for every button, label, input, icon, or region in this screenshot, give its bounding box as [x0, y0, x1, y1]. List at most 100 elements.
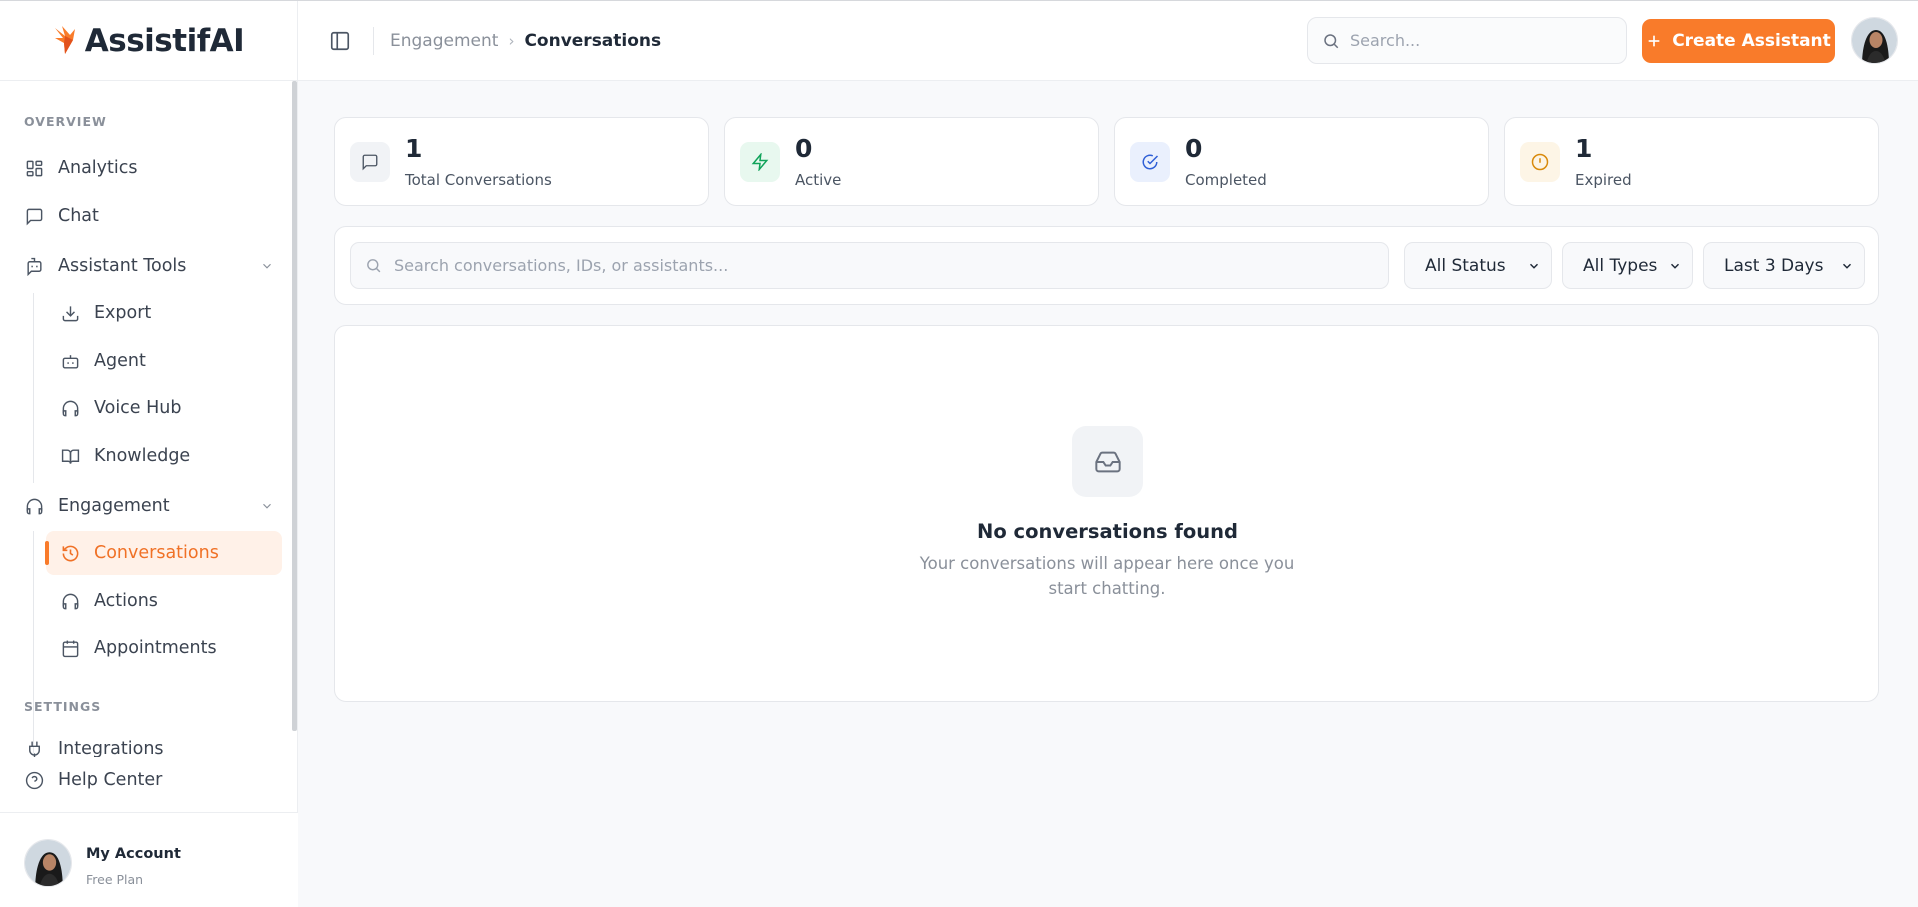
stat-value: 0	[795, 134, 813, 163]
stat-label: Active	[795, 171, 842, 189]
sidebar-nav: OVERVIEW Analytics Chat Assistant Tools	[0, 81, 298, 811]
section-label-overview: OVERVIEW	[24, 114, 107, 129]
chevron-down-icon	[1842, 263, 1852, 269]
sidebar-item-analytics[interactable]: Analytics	[24, 148, 274, 188]
breadcrumb-parent[interactable]: Engagement	[390, 31, 498, 51]
type-filter-value: All Types	[1583, 255, 1658, 276]
status-filter-value: All Status	[1425, 255, 1506, 276]
empty-state-title: No conversations found	[977, 520, 1238, 543]
panel-left-icon	[330, 31, 350, 51]
sidebar-scrollbar[interactable]	[292, 81, 297, 731]
top-header: AssistifAI Engagement › Conversations Cr…	[0, 1, 1918, 81]
empty-state-description: Your conversations will appear here once…	[919, 554, 1295, 598]
sidebar-item-conversations[interactable]: Conversations	[45, 531, 282, 575]
conversations-panel: No conversations found Your conversation…	[334, 325, 1879, 702]
zap-icon	[740, 142, 780, 182]
stat-value: 1	[1575, 134, 1593, 163]
bot-icon	[60, 351, 80, 371]
type-filter-select[interactable]: All Types	[1562, 242, 1693, 289]
sidebar-toggle-button[interactable]	[326, 27, 354, 55]
user-avatar[interactable]	[1851, 17, 1898, 64]
sidebar-item-voice-hub[interactable]: Voice Hub	[60, 388, 280, 428]
chevron-down-icon	[263, 263, 271, 269]
account-name: My Account	[86, 846, 181, 862]
plus-icon	[1648, 35, 1660, 47]
sidebar-item-knowledge[interactable]: Knowledge	[60, 436, 280, 476]
conversation-search-input[interactable]	[394, 256, 1374, 275]
stat-card-expired: 1 Expired	[1504, 117, 1879, 206]
stat-label: Expired	[1575, 171, 1632, 189]
bird-logo-icon	[54, 26, 75, 54]
sidebar-item-integrations[interactable]: Integrations	[24, 739, 274, 757]
download-icon	[60, 303, 80, 323]
sidebar-group-engagement[interactable]: Engagement	[24, 486, 274, 526]
message-square-icon	[350, 142, 390, 182]
stat-value: 0	[1185, 134, 1203, 163]
header-divider	[373, 27, 374, 55]
logo-area: AssistifAI	[0, 1, 298, 81]
sidebar-item-label: Voice Hub	[94, 398, 182, 418]
sidebar: OVERVIEW Analytics Chat Assistant Tools	[0, 81, 298, 907]
headphones-icon	[60, 398, 80, 418]
sidebar-item-agent[interactable]: Agent	[60, 341, 280, 381]
sidebar-item-label: Actions	[94, 591, 158, 611]
sidebar-item-label: Appointments	[94, 638, 217, 658]
chevron-down-icon	[263, 503, 271, 509]
subnav-guide-line	[33, 531, 34, 753]
help-circle-icon	[24, 770, 44, 790]
message-icon	[24, 206, 44, 226]
headphones-icon	[60, 591, 80, 611]
sidebar-item-actions[interactable]: Actions	[60, 581, 280, 621]
stat-label: Completed	[1185, 171, 1267, 189]
chevron-down-icon	[1529, 263, 1539, 269]
breadcrumb-current: Conversations	[524, 31, 662, 51]
account-avatar	[24, 839, 72, 887]
sidebar-item-label: Agent	[94, 351, 146, 371]
check-circle-icon	[1130, 142, 1170, 182]
search-icon	[367, 259, 381, 273]
headphones-icon	[24, 496, 44, 516]
breadcrumb-separator: ›	[508, 32, 515, 50]
create-assistant-label: Create Assistant	[1672, 31, 1831, 51]
chevron-down-icon	[1670, 263, 1680, 269]
global-search[interactable]	[1307, 17, 1627, 64]
grid-icon	[24, 158, 44, 178]
bot-message-icon	[24, 256, 44, 276]
sidebar-item-chat[interactable]: Chat	[24, 196, 274, 236]
active-indicator	[45, 541, 49, 565]
sidebar-item-label: Chat	[58, 206, 99, 226]
create-assistant-button[interactable]: Create Assistant	[1642, 19, 1835, 63]
sidebar-item-help-center[interactable]: Help Center	[24, 760, 274, 800]
stat-card-total: 1 Total Conversations	[334, 117, 709, 206]
date-range-select[interactable]: Last 3 Days	[1703, 242, 1865, 289]
sidebar-item-label: Integrations	[58, 739, 164, 757]
stat-value: 1	[405, 134, 423, 163]
subnav-guide-line	[33, 293, 34, 483]
date-range-value: Last 3 Days	[1724, 255, 1824, 276]
history-icon	[60, 543, 80, 563]
sidebar-item-label: Help Center	[58, 770, 163, 790]
global-search-input[interactable]	[1350, 31, 1600, 50]
section-label-settings: SETTINGS	[24, 699, 102, 714]
sidebar-item-appointments[interactable]: Appointments	[60, 628, 280, 668]
status-filter-select[interactable]: All Status	[1404, 242, 1552, 289]
stat-card-active: 0 Active	[724, 117, 1099, 206]
calendar-icon	[60, 638, 80, 658]
avatar-image	[25, 840, 71, 886]
account-section[interactable]: My Account Free Plan	[0, 812, 298, 907]
sidebar-item-label: Knowledge	[94, 446, 191, 466]
inbox-icon	[1072, 426, 1143, 497]
account-plan: Free Plan	[86, 872, 144, 887]
alert-circle-icon	[1520, 142, 1560, 182]
sidebar-group-assistant-tools[interactable]: Assistant Tools	[24, 246, 274, 286]
brand-logo[interactable]: AssistifAI	[53, 23, 245, 59]
stat-label: Total Conversations	[405, 171, 552, 189]
conversation-search[interactable]	[350, 242, 1389, 289]
brand-name: AssistifAI	[84, 23, 245, 59]
stat-card-completed: 0 Completed	[1114, 117, 1489, 206]
sidebar-item-export[interactable]: Export	[60, 293, 280, 333]
breadcrumb: Engagement › Conversations	[390, 27, 661, 55]
sidebar-item-label: Engagement	[58, 496, 170, 516]
filter-bar: All Status All Types Last 3 Days	[334, 226, 1879, 305]
plug-icon	[24, 739, 44, 757]
